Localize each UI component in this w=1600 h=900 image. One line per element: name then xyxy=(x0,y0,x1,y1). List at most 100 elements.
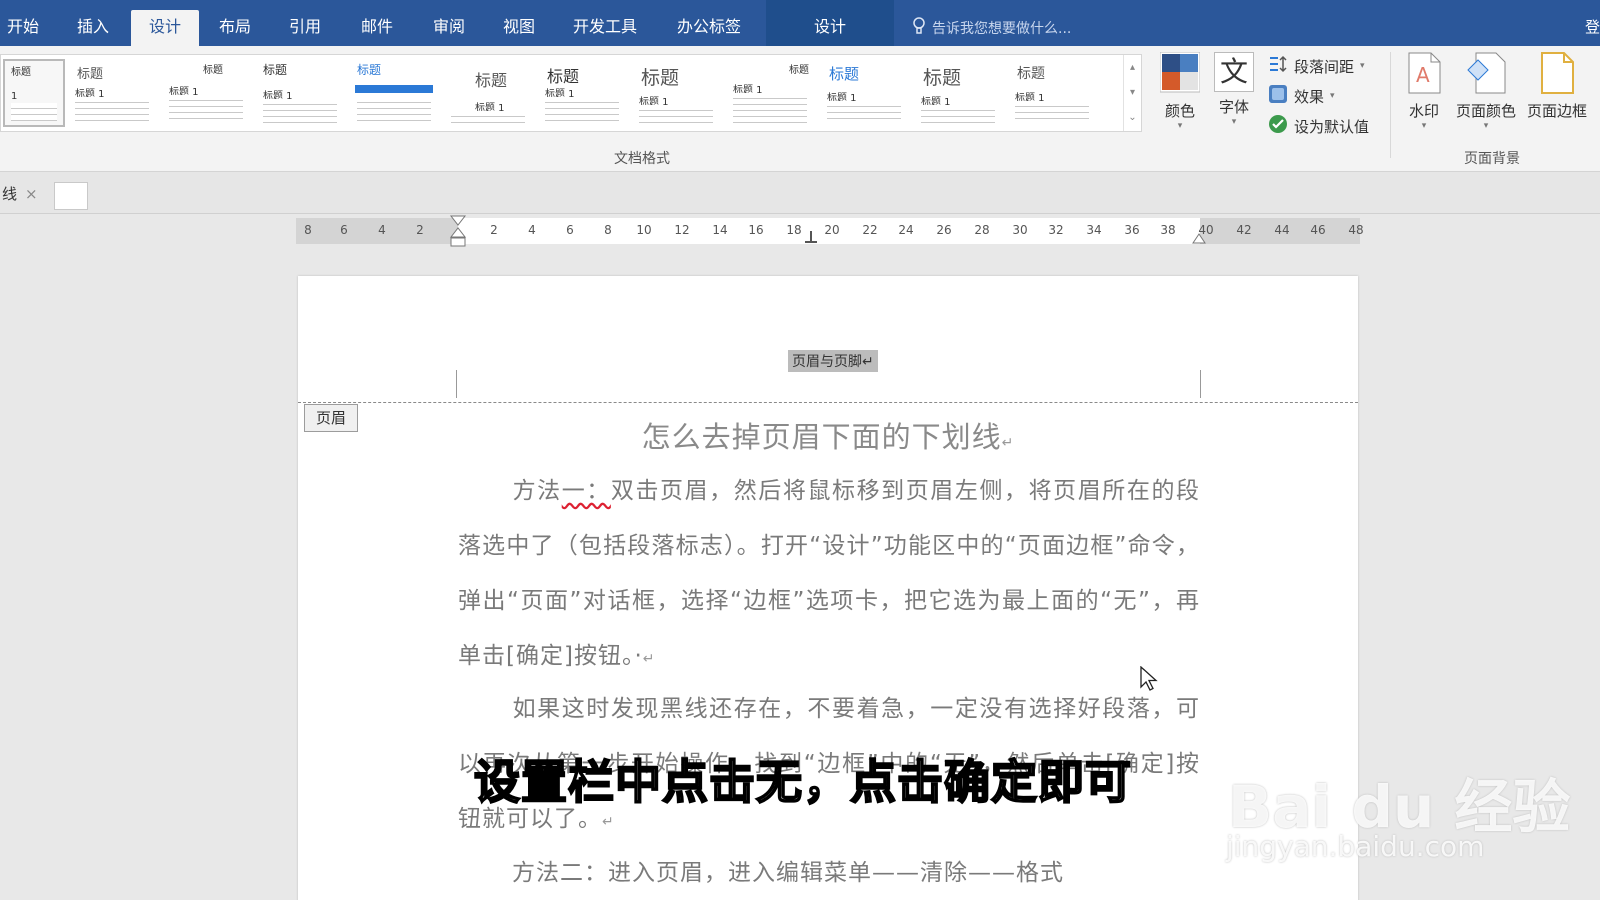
crop-mark xyxy=(456,370,457,398)
style-thumb-lines xyxy=(11,103,57,121)
watermark-dropdown-icon: ▾ xyxy=(1421,121,1427,131)
paragraph-mark: ↵ xyxy=(642,651,656,667)
set-as-default-button[interactable]: 设为默认值 xyxy=(1268,114,1369,138)
ruler-tick: 6 xyxy=(340,223,348,237)
paragraph-method-one[interactable]: 方法一：双击页眉，然后将鼠标移到页眉左侧，将页眉所在的段落选中了（包括段落标志）… xyxy=(458,464,1200,687)
style-thumb[interactable]: 标题 标题 1 xyxy=(915,59,1001,127)
paragraph-method-two[interactable]: 方法二：进入页眉，进入编辑菜单——清除——格式 xyxy=(458,846,1200,900)
page-color-dropdown-icon: ▾ xyxy=(1483,121,1489,131)
paragraph-spacing-dropdown-icon: ▾ xyxy=(1360,61,1365,71)
baidu-jingyan-watermark: Bai du 经验 jingyan.baidu.com xyxy=(1226,760,1570,863)
effects-button[interactable]: 效果 ▾ xyxy=(1268,84,1335,108)
style-thumb[interactable]: 标题 xyxy=(351,59,437,127)
tab-view[interactable]: 视图 xyxy=(488,10,550,46)
mouse-pointer-icon xyxy=(1140,666,1158,691)
style-thumb-heading: 标题 xyxy=(923,67,962,89)
spelling-squiggle: 一： xyxy=(561,478,611,504)
style-thumb-lines xyxy=(169,95,243,123)
tab-review[interactable]: 审阅 xyxy=(418,10,480,46)
colors-dropdown-icon: ▾ xyxy=(1177,121,1183,131)
gallery-more-icon[interactable]: ⌄ xyxy=(1124,105,1141,130)
close-tab-icon[interactable]: × xyxy=(25,185,38,203)
style-thumb-lines xyxy=(451,111,525,123)
effects-icon xyxy=(1268,84,1288,108)
document-format-group-label: 文档格式 xyxy=(614,151,670,167)
colors-button[interactable]: 颜色 ▾ xyxy=(1154,51,1206,131)
center-tab-stop-icon[interactable] xyxy=(804,230,818,244)
ruler-tick: 12 xyxy=(674,223,690,237)
paragraph-text: 方法二：进入页眉，进入编辑菜单——清除——格式 xyxy=(512,860,1064,886)
style-thumb[interactable]: 标题 标题 1 xyxy=(163,59,249,127)
style-thumb[interactable]: 标题 标题 1 xyxy=(445,59,531,127)
ruler-tick: 6 xyxy=(566,223,574,237)
page-color-label: 页面颜色 xyxy=(1455,102,1516,120)
document-title[interactable]: 怎么去掉页眉下面的下划线↵ xyxy=(458,414,1198,456)
tab-home[interactable]: 开始 xyxy=(0,10,46,46)
tell-me-box[interactable]: 告诉我您想要做什么... xyxy=(912,16,1071,40)
style-thumb-heading: 标题 xyxy=(1017,66,1045,82)
ruler-tick: 16 xyxy=(748,223,764,237)
style-thumb[interactable]: 标题 标题 1 xyxy=(69,59,155,127)
watermark-button[interactable]: A 水印 ▾ xyxy=(1400,52,1448,131)
style-thumb-lines xyxy=(357,97,431,123)
style-thumb-lines xyxy=(733,93,807,123)
ruler-tick: 2 xyxy=(490,223,498,237)
style-thumb-sub: 1 xyxy=(11,91,18,102)
scroll-up-icon[interactable]: ▴ xyxy=(1124,55,1141,80)
page-background-group-label: 页面背景 xyxy=(1464,151,1520,167)
ruler-tick: 48 xyxy=(1348,223,1364,237)
page-borders-icon xyxy=(1537,52,1577,96)
ruler-left-margin xyxy=(296,218,458,244)
document-tab[interactable]: 线 × xyxy=(0,180,46,210)
paragraph-text: 方法 xyxy=(512,478,562,504)
style-thumb-heading: 标题 xyxy=(357,63,382,77)
scroll-down-icon[interactable]: ▾ xyxy=(1124,80,1141,105)
style-thumb[interactable]: 标题 标题 1 xyxy=(257,59,343,127)
right-indent-marker-icon[interactable] xyxy=(1192,232,1206,244)
style-thumb[interactable]: 标题 标题 1 xyxy=(1009,59,1095,127)
tab-references[interactable]: 引用 xyxy=(274,10,336,46)
ruler-tick: 28 xyxy=(974,223,990,237)
style-thumb[interactable]: 标题 标题 1 xyxy=(539,59,625,127)
tab-mailings[interactable]: 邮件 xyxy=(346,10,408,46)
style-thumb-lines xyxy=(75,97,149,123)
tab-developer[interactable]: 开发工具 xyxy=(560,10,650,46)
style-thumb[interactable]: 标题 标题 1 xyxy=(727,59,813,127)
fonts-button[interactable]: 文 字体 ▾ xyxy=(1208,52,1260,127)
paragraph-mark: ↵ xyxy=(1001,435,1015,451)
header-boundary-line xyxy=(298,402,1358,403)
style-thumb[interactable]: 标题 标题 1 xyxy=(821,59,907,127)
tab-office-tab[interactable]: 办公标签 xyxy=(664,10,754,46)
set-as-default-label: 设为默认值 xyxy=(1294,117,1370,136)
ruler-tick: 2 xyxy=(416,223,424,237)
watermark-url: jingyan.baidu.com xyxy=(1226,830,1485,863)
ribbon-design: 标题 1 标题 标题 1 标题 标题 1 标题 标题 1 标题 标题 标题 1 xyxy=(0,46,1600,172)
paragraph-spacing-button[interactable]: 段落间距 ▾ xyxy=(1268,54,1365,78)
style-thumb-heading: 标题 xyxy=(829,65,860,83)
ruler-tick: 32 xyxy=(1048,223,1064,237)
style-thumb[interactable]: 标题 标题 1 xyxy=(633,59,719,127)
gallery-scroll[interactable]: ▴ ▾ ⌄ xyxy=(1123,55,1141,131)
tab-insert[interactable]: 插入 xyxy=(62,10,124,46)
fonts-dropdown-icon: ▾ xyxy=(1231,117,1237,127)
document-format-gallery[interactable]: 标题 1 标题 标题 1 标题 标题 1 标题 标题 1 标题 标题 标题 1 xyxy=(0,54,1142,132)
sign-in-link[interactable]: 登 xyxy=(1585,16,1600,37)
colors-label: 颜色 xyxy=(1164,102,1195,120)
page-borders-label: 页面边框 xyxy=(1526,102,1587,120)
horizontal-ruler[interactable]: 8 6 4 2 2 4 6 8 10 12 14 16 18 20 22 24 … xyxy=(296,215,1364,247)
tab-design[interactable]: 设计 xyxy=(131,10,199,46)
new-tab-button[interactable] xyxy=(54,182,88,210)
ruler-tick: 8 xyxy=(604,223,612,237)
header-footer-label: 页眉与页脚↵ xyxy=(788,350,878,372)
page-color-button[interactable]: 页面颜色 ▾ xyxy=(1452,52,1520,131)
indent-marker-icon[interactable] xyxy=(448,215,468,249)
paragraph-mark: ↵ xyxy=(602,814,615,830)
page-borders-button[interactable]: 页面边框 xyxy=(1522,52,1592,121)
tab-layout[interactable]: 布局 xyxy=(204,10,266,46)
style-thumb-heading: 标题 xyxy=(203,65,223,76)
style-thumb-lines xyxy=(263,99,337,123)
document-title-text: 怎么去掉页眉下面的下划线 xyxy=(641,420,1002,454)
style-thumb[interactable]: 标题 1 xyxy=(3,59,65,127)
paragraph-spacing-icon xyxy=(1268,55,1288,77)
tab-header-footer-design[interactable]: 设计 xyxy=(766,10,894,46)
